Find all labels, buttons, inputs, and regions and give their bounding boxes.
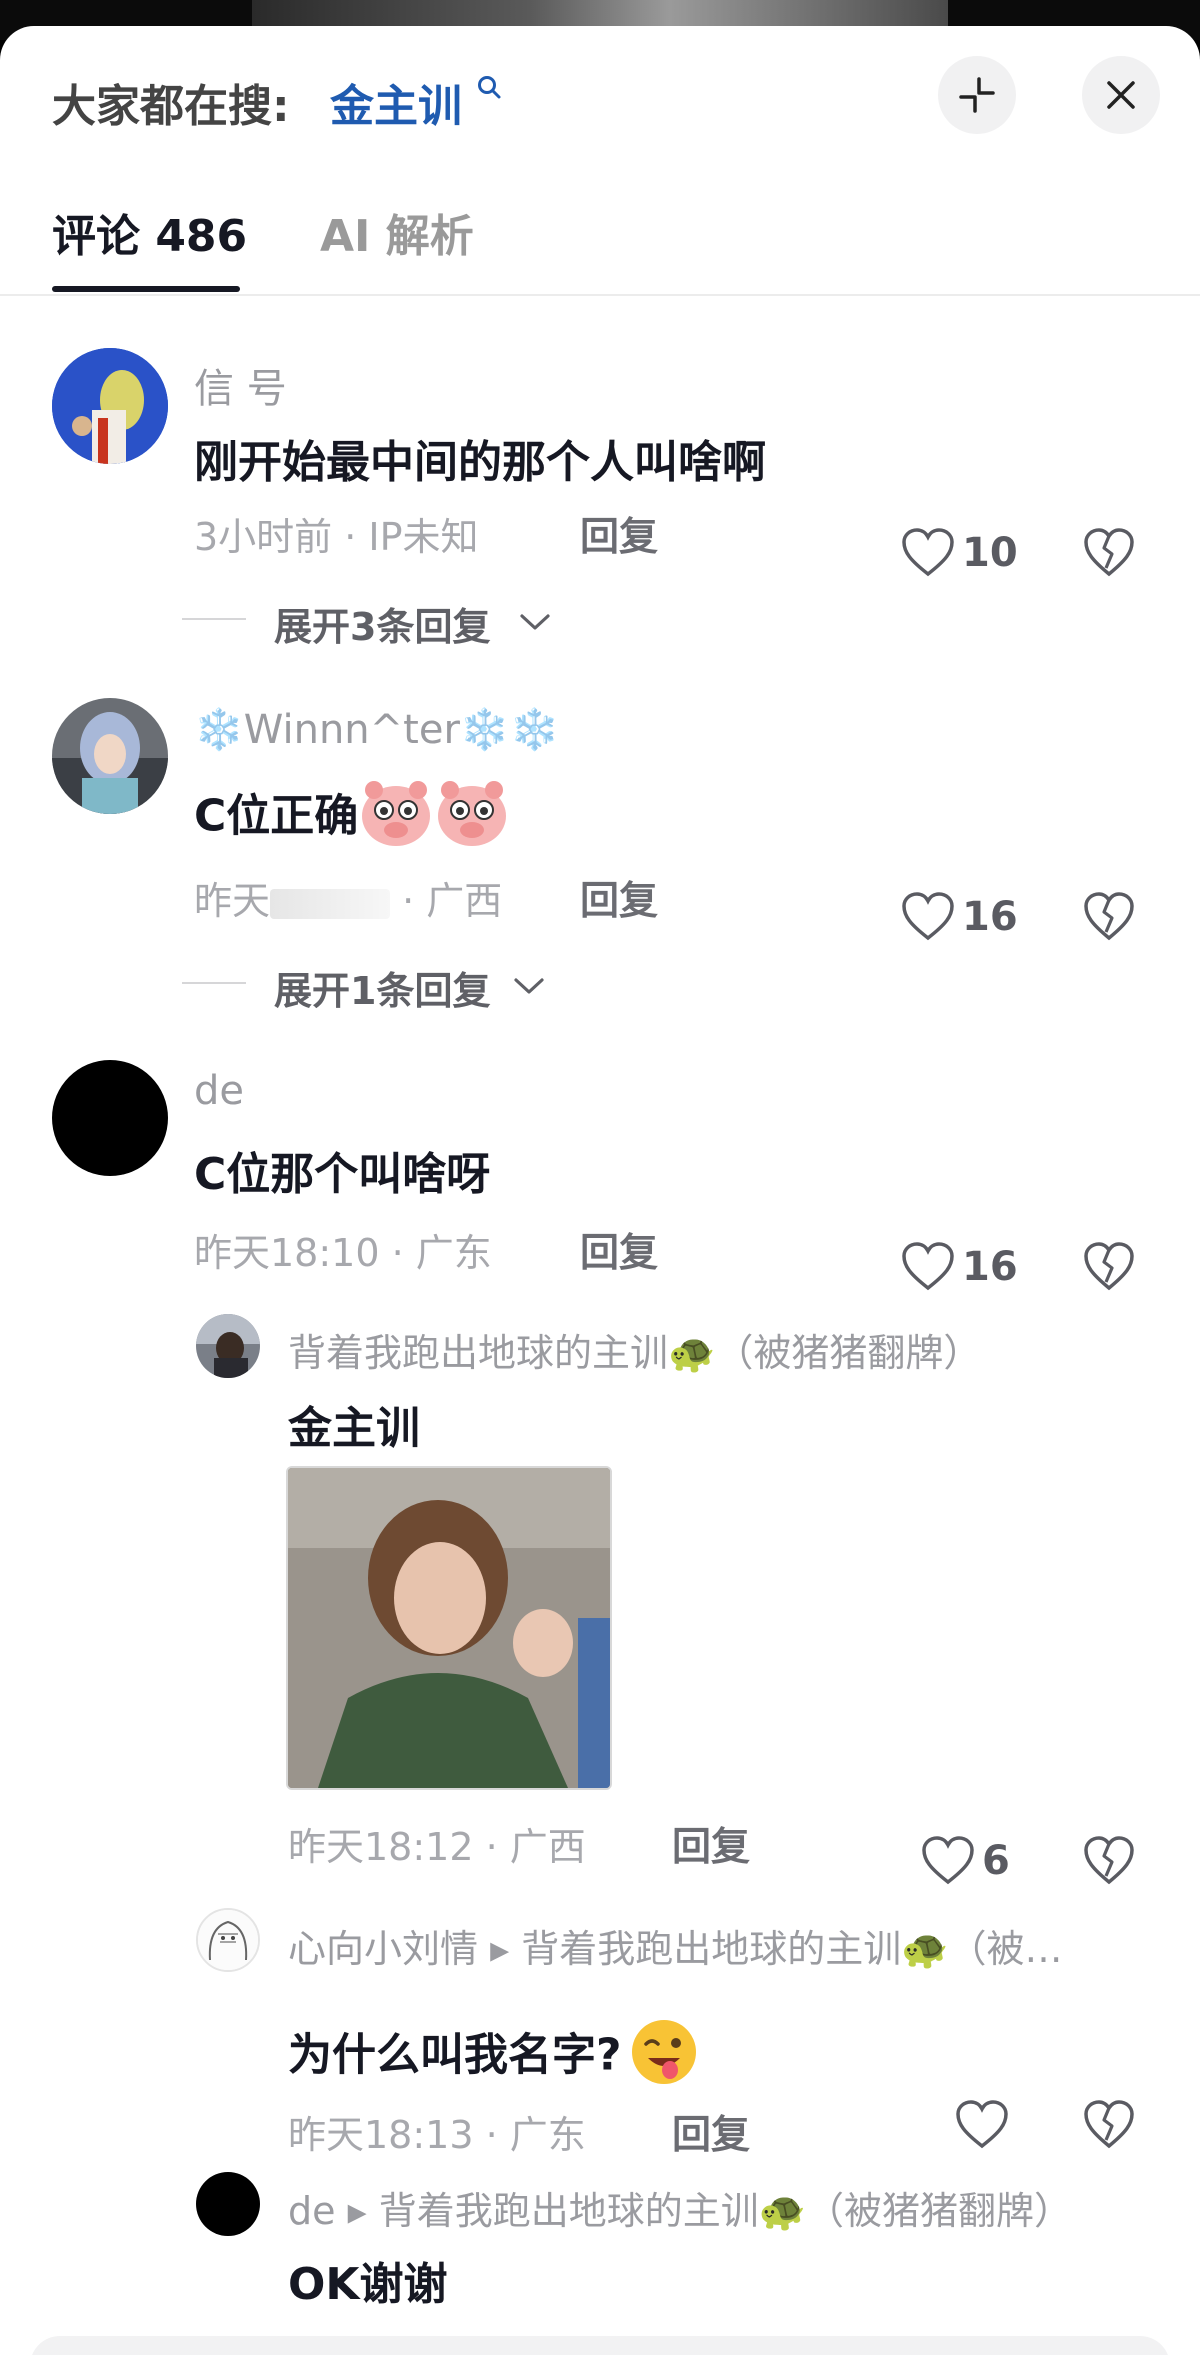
search-prefix: 大家都在搜: [52,81,290,132]
like-count: 16 [962,1244,1018,1290]
expand-replies-button[interactable]: 展开3条回复 [274,596,490,651]
expand-line [182,618,246,620]
chevron-down-icon[interactable] [518,612,552,632]
reply-meta: 昨天18:13 · 广东 [288,2113,586,2157]
heart-icon[interactable] [900,890,956,942]
heart-icon[interactable] [900,526,956,578]
broken-heart-icon[interactable] [1082,1834,1136,1886]
comment-input-bar[interactable] [30,2336,1170,2355]
reply-avatar[interactable] [196,1908,260,1972]
winking-tongue-emoji-icon [628,2016,700,2099]
reply-button[interactable]: 回复 [580,870,658,926]
reply-username[interactable]: de ▸ 背着我跑出地球的主训🐢（被猪猪翻牌） [288,2180,1072,2235]
redacted-area [270,888,391,919]
search-suggestion-link[interactable]: 金主训 [330,70,462,134]
broken-heart-icon[interactable] [1082,2098,1136,2150]
avatar[interactable] [52,1060,168,1176]
avatar-image [198,1910,258,1970]
comment-meta: 3小时前 · IP未知 [194,515,479,559]
close-button[interactable] [1082,56,1160,134]
reply-button[interactable]: 回复 [580,1222,658,1278]
collapse-icon [959,77,995,113]
heart-icon[interactable] [920,1834,976,1886]
comment-username[interactable]: de [194,1068,244,1114]
close-icon [1107,81,1135,109]
expand-replies-button[interactable]: 展开1条回复 [274,960,490,1015]
reply-button[interactable]: 回复 [580,506,658,562]
tab-ai-analysis[interactable]: AI 解析 [320,200,474,264]
comment-username[interactable]: ❄️Winnn^ter❄️❄️ [194,706,560,753]
heart-icon[interactable] [900,1240,956,1292]
divider [0,294,1200,296]
reply-username[interactable]: 背着我跑出地球的主训🐢（被猪猪翻牌） [288,1322,981,1377]
broken-heart-icon[interactable] [1082,890,1136,942]
reply-button[interactable]: 回复 [672,2104,750,2160]
reply-avatar[interactable] [196,2172,260,2236]
expand-line [182,982,246,984]
reply-text: 为什么叫我名字? [288,2016,700,2099]
heart-icon[interactable] [954,2098,1010,2150]
broken-heart-icon[interactable] [1082,1240,1136,1292]
avatar-image [52,348,168,464]
like-count: 16 [962,894,1018,940]
avatar[interactable] [52,698,168,814]
sheet-header: 大家都在搜: 金主训 [0,26,1200,176]
reply-avatar[interactable] [196,1314,260,1378]
reply-meta: 昨天18:12 · 广西 [288,1825,586,1869]
avatar-image [196,1314,260,1378]
like-count: 10 [962,530,1018,576]
tab-comments[interactable]: 评论 486 [52,200,247,264]
reply-image[interactable] [286,1466,612,1790]
avatar[interactable] [52,348,168,464]
comment-text: C位那个叫啥呀 [194,1149,491,1200]
active-tab-indicator [52,286,240,292]
collapse-button[interactable] [938,56,1016,134]
reply-username[interactable]: 心向小刘情 ▸ 背着我跑出地球的主训🐢（被… [288,1918,1063,1973]
reply-text: OK谢谢 [288,2259,448,2310]
comment-meta: 昨天18:10 · 广东 [194,1231,492,1275]
avatar-image [52,698,168,814]
comment-text: C位正确 [194,778,510,859]
comment-username[interactable]: 信 号 [194,356,287,414]
reply-button[interactable]: 回复 [672,1816,750,1872]
like-count: 6 [982,1838,1010,1884]
comment-meta: 昨天 · 广西 [194,879,503,923]
reply-text: 金主训 [288,1403,420,1454]
reply-photo [288,1468,610,1788]
broken-heart-icon[interactable] [1082,526,1136,578]
comments-sheet: 大家都在搜: 金主训 评论 486 AI 解析 信 号 刚开始最中间的那个人叫啥… [0,26,1200,2355]
chevron-down-icon[interactable] [512,976,546,996]
pig-emoji-icon [434,778,510,859]
pig-emoji-icon [358,778,434,859]
comment-text: 刚开始最中间的那个人叫啥啊 [194,437,766,488]
search-icon[interactable] [476,74,502,100]
